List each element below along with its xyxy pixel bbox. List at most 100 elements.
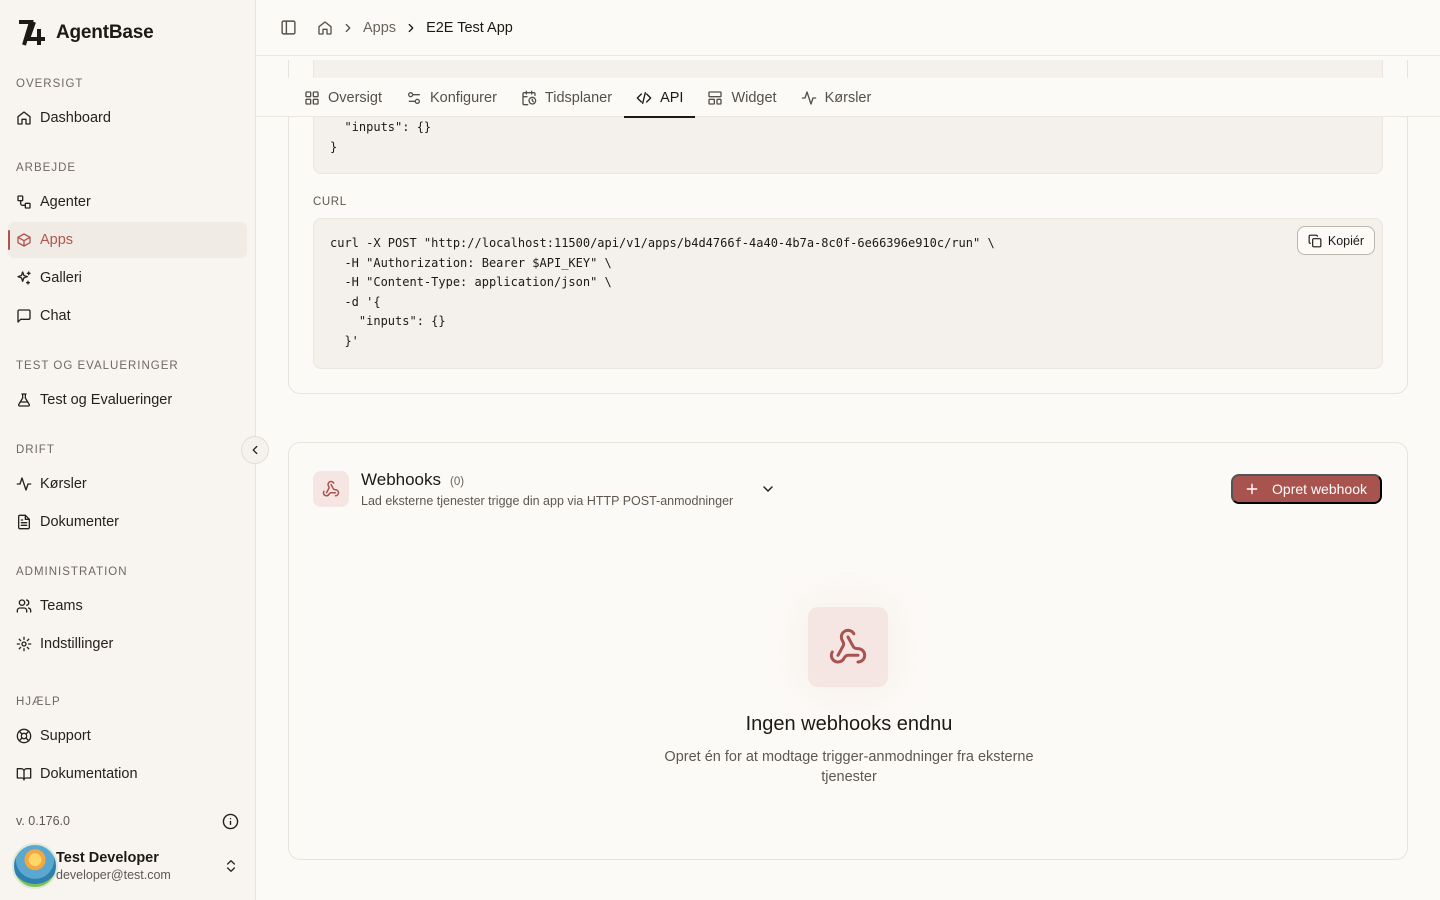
empty-state-title: Ingen webhooks endnu <box>745 713 953 735</box>
sidebar-item-label: Galleri <box>40 270 82 286</box>
sidebar-item-label: Indstillinger <box>40 636 114 652</box>
tab-label: Konfigurer <box>430 89 497 106</box>
avatar <box>12 843 58 889</box>
section-label-administration: ADMINISTRATION <box>16 566 128 578</box>
tab-api[interactable]: API <box>624 78 696 118</box>
curl-code-block: curl -X POST "http://localhost:11500/api… <box>313 218 1383 369</box>
section-label-arbejde: ARBEJDE <box>16 162 77 174</box>
tab-label: Oversigt <box>328 89 382 106</box>
users-icon <box>16 598 32 614</box>
section-label-drift: DRIFT <box>16 444 55 456</box>
sidebar-item-test-og-evalueringer[interactable]: Test og Evalueringer <box>8 382 247 418</box>
breadcrumb-home-icon[interactable] <box>317 20 333 36</box>
sidebar: AgentBase OVERSIGT Dashboard ARBEJDE Age… <box>0 0 256 900</box>
agentbase-logo-icon <box>16 18 48 48</box>
tab-label: API <box>660 89 684 106</box>
empty-state-description: Opret én for at modtage trigger-anmodnin… <box>664 749 1034 785</box>
activity-icon <box>801 90 817 106</box>
sidebar-item-support[interactable]: Support <box>8 718 247 754</box>
life-buoy-icon <box>16 728 32 744</box>
user-name: Test Developer <box>56 850 159 866</box>
calendar-clock-icon <box>521 90 537 106</box>
sidebar-item-galleri[interactable]: Galleri <box>8 260 247 296</box>
curl-label: CURL <box>313 196 347 208</box>
sidebar-item-label: Apps <box>40 232 74 248</box>
breadcrumb: Apps E2E Test App <box>317 20 513 36</box>
tab-label: Tidsplaner <box>544 89 613 106</box>
app-tabs: Oversigt Konfigurer Tidsplaner API Widge… <box>256 78 1440 118</box>
sidebar-item-label: Dokumenter <box>40 514 119 530</box>
grid-icon <box>304 90 320 106</box>
info-icon[interactable] <box>222 813 239 830</box>
gear-icon <box>16 636 32 652</box>
section-label-hjaelp: HJÆLP <box>16 696 61 708</box>
sidebar-item-dokumentation[interactable]: Dokumentation <box>8 756 247 792</box>
webhooks-count: (0) <box>450 476 465 488</box>
curl-code: curl -X POST "http://localhost:11500/api… <box>330 236 995 348</box>
section-label-test: TEST OG EVALUERINGER <box>16 360 179 372</box>
box-icon <box>16 232 32 248</box>
sidebar-item-apps[interactable]: Apps <box>8 222 247 258</box>
tab-tidsplaner[interactable]: Tidsplaner <box>509 78 624 117</box>
chevron-right-icon <box>404 21 418 35</box>
sidebar-item-label: Agenter <box>40 194 91 210</box>
sidebar-item-agenter[interactable]: Agenter <box>8 184 247 220</box>
sidebar-item-dokumenter[interactable]: Dokumenter <box>8 504 247 540</box>
webhooks-title-text: Webhooks <box>361 470 442 489</box>
code-icon <box>636 90 652 106</box>
topbar: Apps E2E Test App <box>256 0 1440 56</box>
empty-webhook-icon <box>808 607 888 687</box>
tab-widget[interactable]: Widget <box>695 78 788 117</box>
layout-icon <box>707 90 723 106</box>
book-icon <box>16 766 32 782</box>
user-menu[interactable]: Test Developer developer@test.com <box>12 842 247 890</box>
sidebar-item-korsler[interactable]: Kørsler <box>8 466 247 502</box>
sidebar-item-label: Dashboard <box>40 110 111 126</box>
sidebar-item-label: Teams <box>40 598 83 614</box>
sidebar-item-chat[interactable]: Chat <box>8 298 247 334</box>
sidebar-collapse-button[interactable] <box>241 436 269 464</box>
tab-korsler[interactable]: Kørsler <box>789 78 884 117</box>
json-code: "inputs": {} } <box>330 120 432 154</box>
create-webhook-button[interactable]: Opret webhook <box>1231 474 1382 504</box>
breadcrumb-apps-link[interactable]: Apps <box>363 20 396 36</box>
tab-label: Kørsler <box>824 89 872 106</box>
sidebar-item-dashboard[interactable]: Dashboard <box>8 100 247 136</box>
activity-icon <box>16 476 32 492</box>
section-label-oversigt: OVERSIGT <box>16 78 84 90</box>
chevron-down-icon[interactable] <box>760 481 776 497</box>
sidebar-item-label: Support <box>40 728 91 744</box>
webhook-icon <box>313 471 349 507</box>
chevron-left-icon <box>248 443 262 457</box>
workflow-icon <box>16 194 32 210</box>
user-email: developer@test.com <box>56 868 171 882</box>
message-square-icon <box>16 308 32 324</box>
brand-name: AgentBase <box>56 22 154 43</box>
webhooks-title: Webhooks (0) <box>361 470 464 490</box>
sidebar-item-indstillinger[interactable]: Indstillinger <box>8 626 247 662</box>
create-webhook-label: Opret webhook <box>1272 481 1367 497</box>
home-icon <box>16 110 32 126</box>
copy-button[interactable]: Kopiér <box>1296 226 1375 255</box>
user-info: Test Developer developer@test.com <box>56 850 171 882</box>
file-text-icon <box>16 514 32 530</box>
webhooks-subtitle: Lad eksterne tjenester trigge din app vi… <box>361 494 734 508</box>
sparkles-icon <box>16 270 32 286</box>
flask-icon <box>16 392 32 408</box>
sidebar-item-teams[interactable]: Teams <box>8 588 247 624</box>
copy-icon <box>1308 234 1322 248</box>
sliders-icon <box>406 90 422 106</box>
tab-oversigt[interactable]: Oversigt <box>292 78 394 117</box>
copy-button-label: Kopiér <box>1327 233 1364 248</box>
sidebar-item-label: Chat <box>40 308 71 324</box>
webhooks-card: Webhooks (0) Lad eksterne tjenester trig… <box>288 442 1408 860</box>
panel-toggle-icon[interactable] <box>280 19 297 36</box>
sidebar-item-label: Dokumentation <box>40 766 138 782</box>
tab-konfigurer[interactable]: Konfigurer <box>394 78 509 117</box>
chevrons-up-down-icon <box>223 858 239 874</box>
breadcrumb-current: E2E Test App <box>426 19 513 36</box>
sidebar-item-label: Kørsler <box>40 476 87 492</box>
plus-icon <box>1245 482 1259 496</box>
sidebar-item-label: Test og Evalueringer <box>40 392 173 408</box>
brand[interactable]: AgentBase <box>16 18 154 48</box>
